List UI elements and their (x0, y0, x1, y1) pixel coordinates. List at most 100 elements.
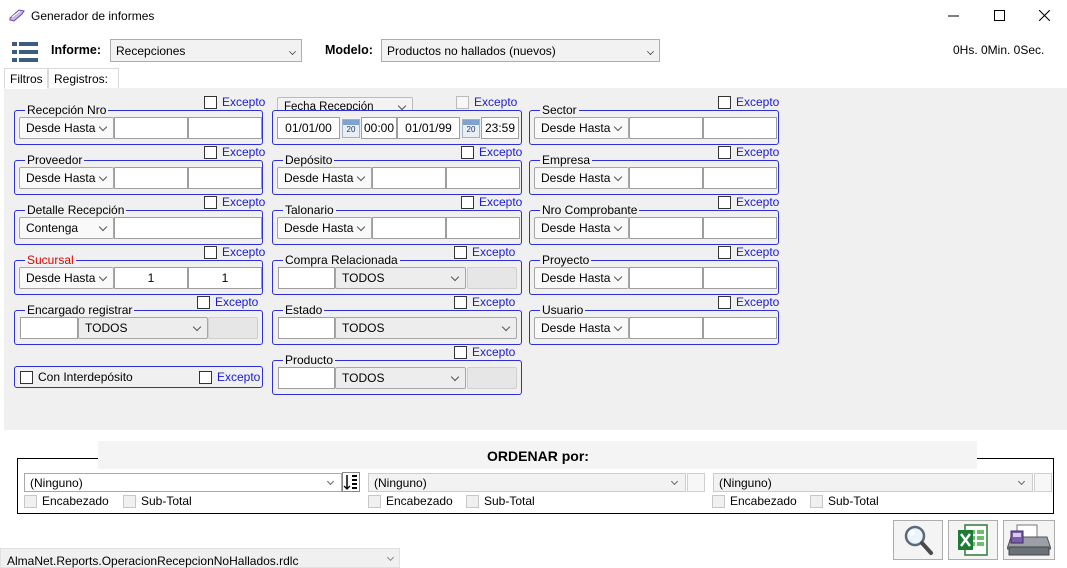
sucursal-except-checkbox[interactable]: Excepto (204, 245, 265, 259)
usuario-except-checkbox[interactable]: Excepto (718, 295, 779, 309)
calendar-icon[interactable]: 20 (462, 119, 480, 138)
recepcion-to-input[interactable] (188, 117, 262, 139)
order2-sort-button[interactable] (687, 473, 705, 492)
chevron-down-icon[interactable] (386, 553, 395, 562)
export-excel-button[interactable] (948, 520, 998, 560)
deposito-mode-select[interactable]: Desde Hasta (277, 167, 372, 189)
detalle-except-checkbox[interactable]: Excepto (204, 195, 265, 209)
sucursal-to-input[interactable]: 1 (188, 267, 262, 289)
compra-relacionada-title: Compra Relacionada (283, 253, 400, 267)
proveedor-to-input[interactable] (188, 167, 262, 189)
order3-subtotal-checkbox[interactable]: Sub-Total (810, 494, 879, 508)
fecha-to-date[interactable]: 01/01/99 (397, 117, 460, 139)
print-button[interactable] (1003, 520, 1055, 560)
talonario-title: Talonario (283, 203, 336, 217)
sucursal-mode-select[interactable]: Desde Hasta (19, 267, 114, 289)
proveedor-title: Proveedor (25, 153, 85, 167)
talonario-except-checkbox[interactable]: Excepto (461, 195, 522, 209)
sort-order-icon[interactable] (342, 472, 360, 492)
empresa-from-input[interactable] (629, 167, 703, 189)
producto-except-checkbox[interactable]: Excepto (454, 345, 515, 359)
usuario-from-input[interactable] (629, 317, 703, 339)
encargado-except-checkbox[interactable]: Excepto (197, 295, 258, 309)
interdeposito-checkbox[interactable]: Con Interdepósito (20, 370, 133, 384)
encargado-code-input[interactable] (20, 317, 78, 339)
order1-subtotal-checkbox[interactable]: Sub-Total (123, 494, 192, 508)
producto-code-input[interactable] (278, 367, 335, 389)
order-select-1[interactable]: (Ninguno) (24, 473, 342, 492)
proveedor-except-checkbox[interactable]: Excepto (204, 145, 265, 159)
order3-sort-button[interactable] (1034, 473, 1052, 492)
detalle-text-input[interactable] (114, 217, 262, 239)
report-file-name: AlmaNet.Reports.OperacionRecepcionNoHall… (7, 554, 299, 568)
sector-mode-select[interactable]: Desde Hasta (534, 117, 629, 139)
talonario-from-input[interactable] (372, 217, 446, 239)
deposito-from-input[interactable] (372, 167, 446, 189)
comprobante-except-checkbox[interactable]: Excepto (718, 195, 779, 209)
encargado-group: Encargado registrar TODOS (14, 303, 263, 345)
compra-code-input[interactable] (278, 267, 335, 289)
interdeposito-group: Con Interdepósito Excepto (14, 366, 263, 388)
proyecto-from-input[interactable] (629, 267, 703, 289)
usuario-group: Usuario Desde Hasta (529, 303, 779, 345)
sector-except-checkbox[interactable]: Excepto (718, 95, 779, 109)
deposito-to-input[interactable] (446, 167, 520, 189)
recepcion-nro-group: Recepción Nro Desde Hasta (14, 103, 263, 145)
calendar-icon[interactable]: 20 (342, 119, 360, 138)
recepcion-from-input[interactable] (114, 117, 188, 139)
comprobante-from-input[interactable] (629, 217, 703, 239)
empresa-mode-select[interactable]: Desde Hasta (534, 167, 629, 189)
proveedor-mode-select[interactable]: Desde Hasta (19, 167, 114, 189)
talonario-mode-select[interactable]: Desde Hasta (277, 217, 372, 239)
proyecto-mode-select[interactable]: Desde Hasta (534, 267, 629, 289)
order-select-3[interactable]: (Ninguno) (713, 473, 1033, 492)
proyecto-except-checkbox[interactable]: Excepto (718, 245, 779, 259)
proveedor-group: Proveedor Desde Hasta (14, 153, 263, 195)
interdeposito-except-checkbox[interactable]: Excepto (199, 370, 260, 384)
preview-button[interactable] (893, 520, 943, 560)
fecha-from-date[interactable]: 01/01/00 (277, 117, 340, 139)
talonario-to-input[interactable] (446, 217, 520, 239)
magnifier-icon (904, 525, 933, 555)
estado-select[interactable]: TODOS (335, 317, 517, 339)
producto-extra-box (467, 367, 517, 389)
recepcion-except-checkbox[interactable]: Excepto (204, 95, 265, 109)
empresa-to-input[interactable] (703, 167, 777, 189)
printer-icon (1007, 524, 1051, 556)
tab-filtros[interactable]: Filtros (4, 68, 48, 89)
fecha-from-time[interactable]: 00:00 (361, 117, 397, 139)
estado-code-input[interactable] (278, 317, 335, 339)
order3-encabezado-checkbox[interactable]: Encabezado (712, 494, 797, 508)
talonario-group: Talonario Desde Hasta (272, 203, 522, 245)
order1-encabezado-checkbox[interactable]: Encabezado (24, 494, 109, 508)
nro-comprobante-group: Nro Comprobante Desde Hasta (529, 203, 779, 245)
empresa-except-checkbox[interactable]: Excepto (718, 145, 779, 159)
sector-to-input[interactable] (703, 117, 777, 139)
excel-icon (958, 524, 988, 556)
proyecto-title: Proyecto (540, 253, 592, 267)
compra-select[interactable]: TODOS (335, 267, 466, 289)
detalle-recepcion-title: Detalle Recepción (25, 203, 127, 217)
proveedor-from-input[interactable] (114, 167, 188, 189)
comprobante-to-input[interactable] (703, 217, 777, 239)
ordenar-title: ORDENAR por: (487, 448, 589, 464)
deposito-except-checkbox[interactable]: Excepto (461, 145, 522, 159)
fecha-to-time[interactable]: 23:59 (481, 117, 519, 139)
order-select-2[interactable]: (Ninguno) (368, 473, 686, 492)
status-bar: AlmaNet.Reports.OperacionRecepcionNoHall… (0, 548, 400, 568)
compra-except-checkbox[interactable]: Excepto (454, 245, 515, 259)
sector-from-input[interactable] (629, 117, 703, 139)
proyecto-to-input[interactable] (703, 267, 777, 289)
sucursal-from-input[interactable]: 1 (114, 267, 188, 289)
fecha-except-checkbox[interactable]: Excepto (456, 95, 517, 109)
encargado-select[interactable]: TODOS (78, 317, 208, 339)
order2-subtotal-checkbox[interactable]: Sub-Total (466, 494, 535, 508)
estado-except-checkbox[interactable]: Excepto (454, 295, 515, 309)
recepcion-mode-select[interactable]: Desde Hasta (19, 117, 114, 139)
detalle-mode-select[interactable]: Contenga (19, 217, 114, 239)
usuario-to-input[interactable] (703, 317, 777, 339)
producto-select[interactable]: TODOS (335, 367, 466, 389)
comprobante-mode-select[interactable]: Desde Hasta (534, 217, 629, 239)
usuario-mode-select[interactable]: Desde Hasta (534, 317, 629, 339)
order2-encabezado-checkbox[interactable]: Encabezado (368, 494, 453, 508)
